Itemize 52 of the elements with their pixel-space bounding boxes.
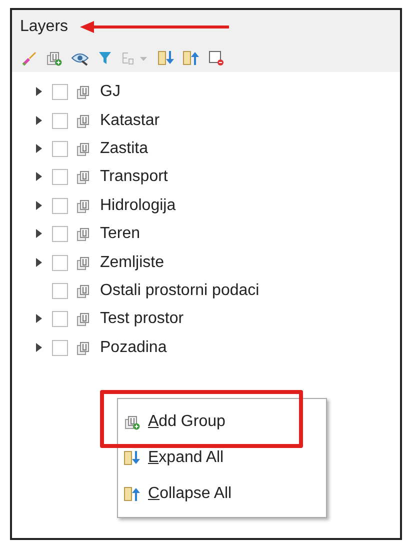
layer-name[interactable]: Test prostor xyxy=(100,307,184,332)
layer-checkbox[interactable] xyxy=(52,84,68,100)
remove-layer-icon[interactable] xyxy=(208,50,224,66)
layer-name[interactable]: Teren xyxy=(100,222,140,246)
expand-arrow-icon[interactable] xyxy=(36,314,42,324)
layer-group-icon xyxy=(76,311,92,328)
layer-checkbox[interactable] xyxy=(52,226,68,242)
expand-arrow-icon[interactable] xyxy=(36,87,42,96)
menu-item[interactable]: Collapse All xyxy=(148,482,232,506)
layer-name[interactable]: Zastita xyxy=(100,136,148,161)
layer-name[interactable]: Hidrologija xyxy=(100,194,176,218)
layer-group-icon xyxy=(76,169,92,186)
expand-arrow-icon[interactable] xyxy=(36,172,42,182)
layer-checkbox[interactable] xyxy=(52,340,68,356)
add-group-icon xyxy=(46,50,62,66)
menu-item[interactable]: Expand All xyxy=(148,446,224,470)
expand-arrow-icon[interactable] xyxy=(36,200,42,210)
layer-group-icon xyxy=(76,140,92,157)
expand-arrow-icon[interactable] xyxy=(36,144,42,153)
collapse-all-icon xyxy=(183,50,199,66)
layer-checkbox[interactable] xyxy=(52,169,68,186)
expand-all-icon xyxy=(158,50,174,66)
layer-group-icon xyxy=(76,198,92,214)
layer-checkbox[interactable] xyxy=(52,282,68,299)
panel-title: Layers xyxy=(20,17,68,37)
layer-group-icon xyxy=(76,226,92,242)
layer-name[interactable]: Transport xyxy=(100,165,168,190)
layer-group-icon xyxy=(76,84,92,100)
layer-group-icon xyxy=(76,282,92,299)
layer-checkbox[interactable] xyxy=(52,254,68,271)
layer-name[interactable]: GJ xyxy=(100,80,120,104)
layer-name[interactable]: Katastar xyxy=(100,108,160,133)
paint-brush-icon[interactable] xyxy=(21,50,37,66)
layer-checkbox[interactable] xyxy=(52,311,68,328)
layer-checkbox[interactable] xyxy=(52,112,68,129)
layer-checkbox[interactable] xyxy=(52,140,68,157)
layer-group-icon xyxy=(76,112,92,129)
expand-arrow-icon[interactable] xyxy=(36,342,42,352)
layer-group-icon xyxy=(76,254,92,271)
expand-arrow-icon[interactable] xyxy=(36,229,42,238)
expand-all-icon xyxy=(124,450,140,466)
layer-checkbox[interactable] xyxy=(52,198,68,214)
menu-item[interactable]: Add Group xyxy=(148,410,226,434)
layer-name[interactable]: Zemljiste xyxy=(100,250,164,275)
layer-name[interactable]: Pozadina xyxy=(100,336,167,360)
layer-name[interactable]: Ostali prostorni podaci xyxy=(100,278,260,303)
layer-group-icon xyxy=(76,340,92,356)
expand-arrow-icon[interactable] xyxy=(36,116,42,125)
filter-icon[interactable] xyxy=(98,50,112,66)
collapse-all-icon xyxy=(124,486,140,502)
add-group-icon xyxy=(124,414,140,430)
expand-arrow-icon[interactable] xyxy=(36,258,42,267)
